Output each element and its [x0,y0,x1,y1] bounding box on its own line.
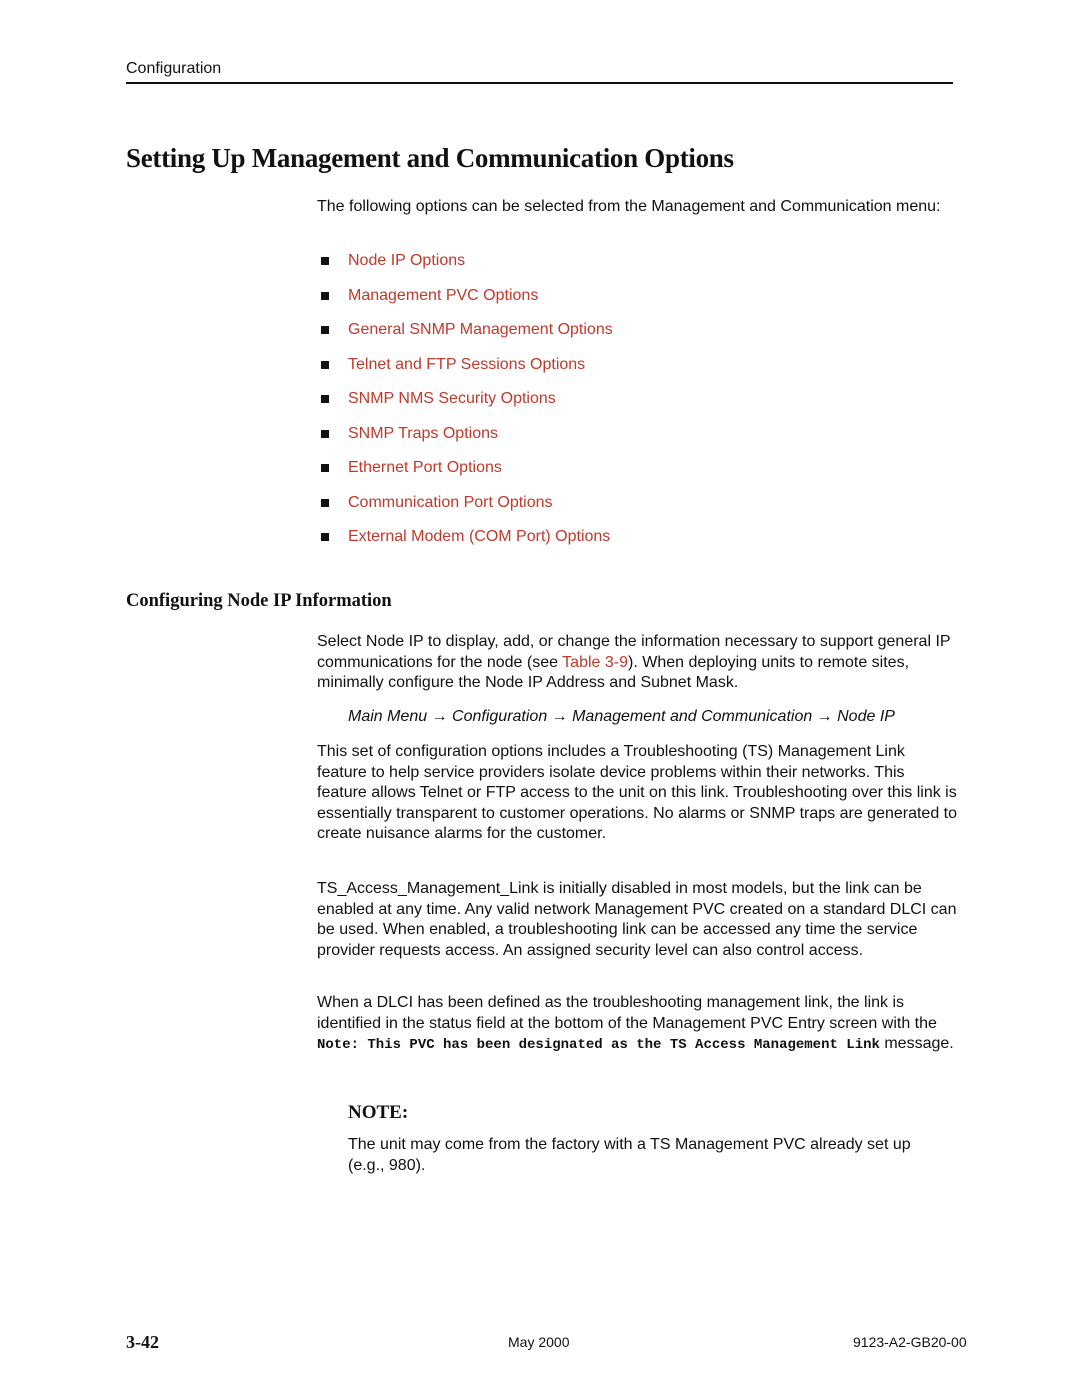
header-rule [126,82,953,84]
subsection-title: Configuring Node IP Information [126,591,392,611]
square-bullet-icon [321,533,329,541]
link-snmp-traps-options[interactable]: SNMP Traps Options [348,424,498,444]
link-node-ip-options[interactable]: Node IP Options [348,251,465,271]
running-head: Configuration [126,60,222,77]
section-title: Setting Up Management and Communication … [126,143,734,173]
square-bullet-icon [321,395,329,403]
ts-access-paragraph: TS_Access_Management_Link is initially d… [317,880,957,959]
intro-paragraph: The following options can be selected fr… [317,198,941,215]
note-title: NOTE: [348,1102,409,1123]
square-bullet-icon [321,429,329,438]
link-communication-port-options[interactable]: Communication Port Options [348,493,553,513]
list-item: Ethernet Port Options [317,458,613,493]
link-general-snmp-options[interactable]: General SNMP Management Options [348,320,613,340]
link-telnet-ftp-options[interactable]: Telnet and FTP Sessions Options [348,355,585,375]
footer-date: May 2000 [508,1334,570,1350]
square-bullet-icon [321,326,329,334]
list-item: Management PVC Options [317,286,613,321]
list-item: General SNMP Management Options [317,320,613,355]
link-ethernet-port-options[interactable]: Ethernet Port Options [348,458,502,478]
status-message-code: Note: This PVC has been designated as th… [317,1037,880,1053]
node-ip-paragraph: Select Node IP to display, add, or chang… [317,632,957,694]
options-list: Node IP Options Management PVC Options G… [317,251,613,562]
link-snmp-nms-security-options[interactable]: SNMP NMS Security Options [348,389,556,409]
list-item: External Modem (COM Port) Options [317,527,613,562]
dlci-text-1: When a DLCI has been defined as the trou… [317,994,937,1032]
dlci-paragraph: When a DLCI has been defined as the trou… [317,993,957,1056]
link-external-modem-options[interactable]: External Modem (COM Port) Options [348,527,610,547]
square-bullet-icon [321,498,329,507]
list-item: Node IP Options [317,251,613,286]
square-bullet-icon [321,464,329,472]
link-management-pvc-options[interactable]: Management PVC Options [348,286,538,306]
list-item: SNMP NMS Security Options [317,389,613,424]
list-item: Telnet and FTP Sessions Options [317,355,613,390]
link-table-3-9[interactable]: Table 3-9 [562,654,628,671]
list-item: SNMP Traps Options [317,424,613,459]
square-bullet-icon [321,291,329,300]
note-body: The unit may come from the factory with … [348,1136,911,1174]
menu-path: Main Menu → Configuration → Management a… [348,708,895,725]
dlci-text-2: message. [879,1035,954,1052]
square-bullet-icon [321,360,329,369]
document-number: 9123-A2-GB20-00 [853,1334,967,1350]
page-number: 3-42 [126,1332,159,1352]
ts-link-paragraph: This set of configuration options includ… [317,743,958,842]
list-item: Communication Port Options [317,493,613,528]
square-bullet-icon [321,257,329,265]
